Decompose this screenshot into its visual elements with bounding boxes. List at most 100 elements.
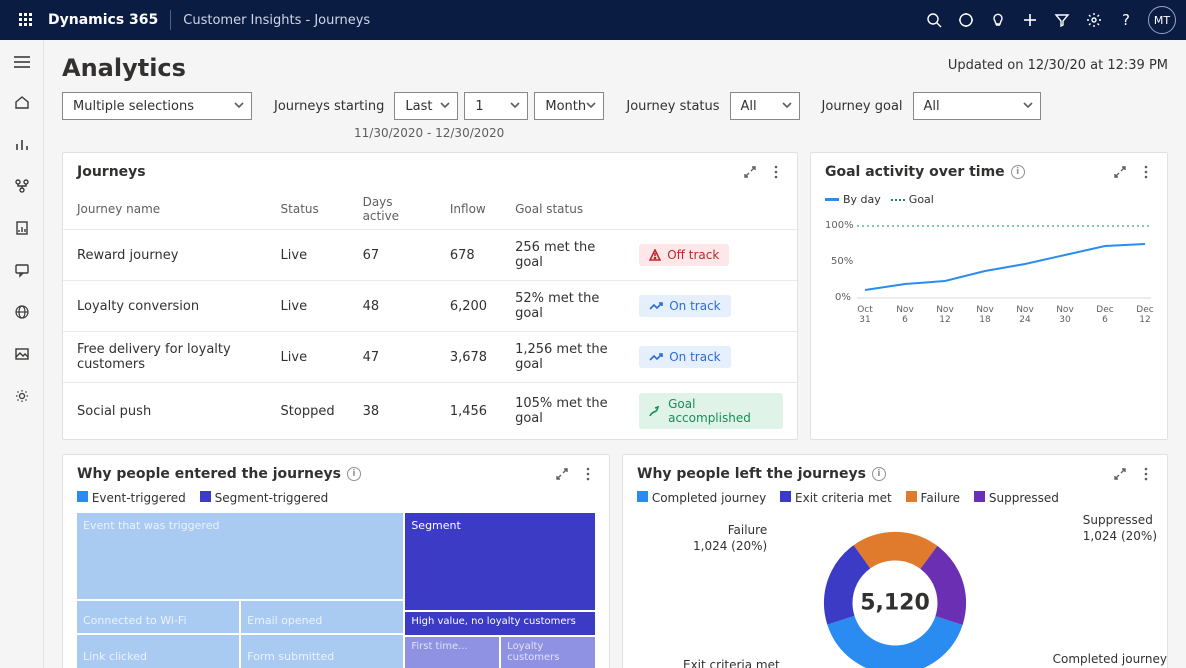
app-launcher-icon[interactable]: [10, 4, 42, 36]
journeys-starting-mode-select[interactable]: Last: [394, 92, 458, 120]
treemap-tile[interactable]: Link clicked: [77, 635, 239, 668]
table-row[interactable]: Reward journey Live 67 678 256 met the g…: [63, 230, 797, 281]
message-icon[interactable]: [4, 252, 40, 288]
journeys-starting-unit-select[interactable]: Month: [534, 92, 604, 120]
svg-text:6: 6: [1102, 315, 1108, 325]
filter-icon[interactable]: [1046, 4, 1078, 36]
chevron-down-icon: [439, 99, 451, 115]
svg-text:18: 18: [979, 315, 991, 325]
treemap-tile[interactable]: First time...: [405, 637, 499, 668]
cell-status: Live: [267, 281, 349, 332]
brand-label[interactable]: Dynamics 365: [48, 12, 158, 28]
segment-select[interactable]: Multiple selections: [62, 92, 252, 120]
segment-select-value: Multiple selections: [73, 99, 194, 114]
home-icon[interactable]: [4, 84, 40, 120]
more-icon[interactable]: [1137, 163, 1155, 181]
journey-icon[interactable]: [4, 168, 40, 204]
search-icon[interactable]: [918, 4, 950, 36]
cell-days: 67: [349, 230, 436, 281]
cell-name: Free delivery for loyalty customers: [63, 332, 267, 383]
svg-text:Nov: Nov: [936, 305, 954, 315]
chevron-down-icon: [509, 99, 521, 115]
analytics-icon[interactable]: [4, 126, 40, 162]
svg-text:Dec: Dec: [1096, 305, 1113, 315]
image-icon[interactable]: [4, 336, 40, 372]
journey-status-select[interactable]: All: [730, 92, 800, 120]
expand-icon[interactable]: [1111, 465, 1129, 483]
col-inflow: Inflow: [436, 189, 501, 230]
table-row[interactable]: Free delivery for loyalty customers Live…: [63, 332, 797, 383]
treemap-tile[interactable]: Event that was triggered: [77, 513, 403, 599]
more-icon[interactable]: [767, 163, 785, 181]
info-icon[interactable]: i: [1011, 165, 1025, 179]
cell-inflow: 6,200: [436, 281, 501, 332]
table-row[interactable]: Social push Stopped 38 1,456 105% met th…: [63, 383, 797, 440]
main-content: Analytics Updated on 12/30/20 at 12:39 P…: [44, 40, 1186, 668]
more-icon[interactable]: [579, 465, 597, 483]
expand-icon[interactable]: [553, 465, 571, 483]
treemap-tile[interactable]: Loyalty customers: [501, 637, 595, 668]
goal-status-pill: On track: [639, 346, 730, 368]
table-row[interactable]: Loyalty conversion Live 48 6,200 52% met…: [63, 281, 797, 332]
help-icon[interactable]: ?: [1110, 4, 1142, 36]
more-icon[interactable]: [1137, 465, 1155, 483]
svg-text:0%: 0%: [835, 292, 851, 303]
legend-failure: Failure: [921, 491, 960, 505]
info-icon[interactable]: i: [347, 467, 361, 481]
info-icon[interactable]: i: [872, 467, 886, 481]
cell-days: 47: [349, 332, 436, 383]
legend-segment-triggered: Segment-triggered: [215, 491, 329, 505]
top-header: Dynamics 365 Customer Insights - Journey…: [0, 0, 1186, 40]
treemap-tile[interactable]: High value, no loyalty customers: [405, 612, 595, 635]
svg-text:100%: 100%: [825, 220, 854, 231]
treemap-tile[interactable]: Email opened: [241, 601, 403, 633]
svg-text:Nov: Nov: [896, 305, 914, 315]
cell-days: 38: [349, 383, 436, 440]
cell-inflow: 3,678: [436, 332, 501, 383]
hamburger-icon[interactable]: [4, 46, 40, 78]
journeys-starting-num-select[interactable]: 1: [464, 92, 528, 120]
svg-text:Oct: Oct: [857, 305, 873, 315]
gear-icon[interactable]: [4, 378, 40, 414]
settings-icon[interactable]: [1078, 4, 1110, 36]
expand-icon[interactable]: [741, 163, 759, 181]
col-goal: Goal status: [501, 189, 625, 230]
legend-byday: By day: [843, 193, 881, 206]
col-status: Status: [267, 189, 349, 230]
treemap-tile[interactable]: Segment: [405, 513, 595, 610]
expand-icon[interactable]: [1111, 163, 1129, 181]
cell-status: Live: [267, 230, 349, 281]
entry-reasons-card: Why people entered the journeysi Event-t…: [62, 454, 610, 668]
report-icon[interactable]: [4, 210, 40, 246]
journey-goal-select[interactable]: All: [913, 92, 1041, 120]
target-icon[interactable]: [950, 4, 982, 36]
col-days: Days active: [349, 189, 436, 230]
legend-event-triggered: Event-triggered: [92, 491, 186, 505]
cell-goal: 105% met the goal: [501, 383, 625, 440]
page-title: Analytics: [62, 54, 186, 82]
svg-text:24: 24: [1019, 315, 1031, 325]
chevron-down-icon: [585, 99, 597, 115]
lightbulb-icon[interactable]: [982, 4, 1014, 36]
avatar[interactable]: MT: [1148, 6, 1176, 34]
treemap-tile[interactable]: Connected to Wi-Fi: [77, 601, 239, 633]
cell-status: Live: [267, 332, 349, 383]
donut-label-failure: Failure1,024 (20%): [693, 523, 767, 554]
treemap-tile[interactable]: Form submitted: [241, 635, 403, 668]
cell-days: 48: [349, 281, 436, 332]
cell-goal: 1,256 met the goal: [501, 332, 625, 383]
svg-text:30: 30: [1059, 315, 1071, 325]
journeys-card-title: Journeys: [77, 164, 741, 180]
col-name: Journey name: [63, 189, 267, 230]
donut-label-suppressed: Suppressed1,024 (20%): [1083, 513, 1157, 544]
filter-row: Multiple selections Journeys starting La…: [62, 92, 1168, 140]
svg-text:50%: 50%: [831, 256, 853, 267]
module-label[interactable]: Customer Insights - Journeys: [183, 13, 370, 28]
left-reasons-card: Why people left the journeysi Completed …: [622, 454, 1168, 668]
cell-name: Reward journey: [63, 230, 267, 281]
add-icon[interactable]: [1014, 4, 1046, 36]
globe-icon[interactable]: [4, 294, 40, 330]
cell-inflow: 1,456: [436, 383, 501, 440]
cell-name: Loyalty conversion: [63, 281, 267, 332]
cell-goal: 52% met the goal: [501, 281, 625, 332]
